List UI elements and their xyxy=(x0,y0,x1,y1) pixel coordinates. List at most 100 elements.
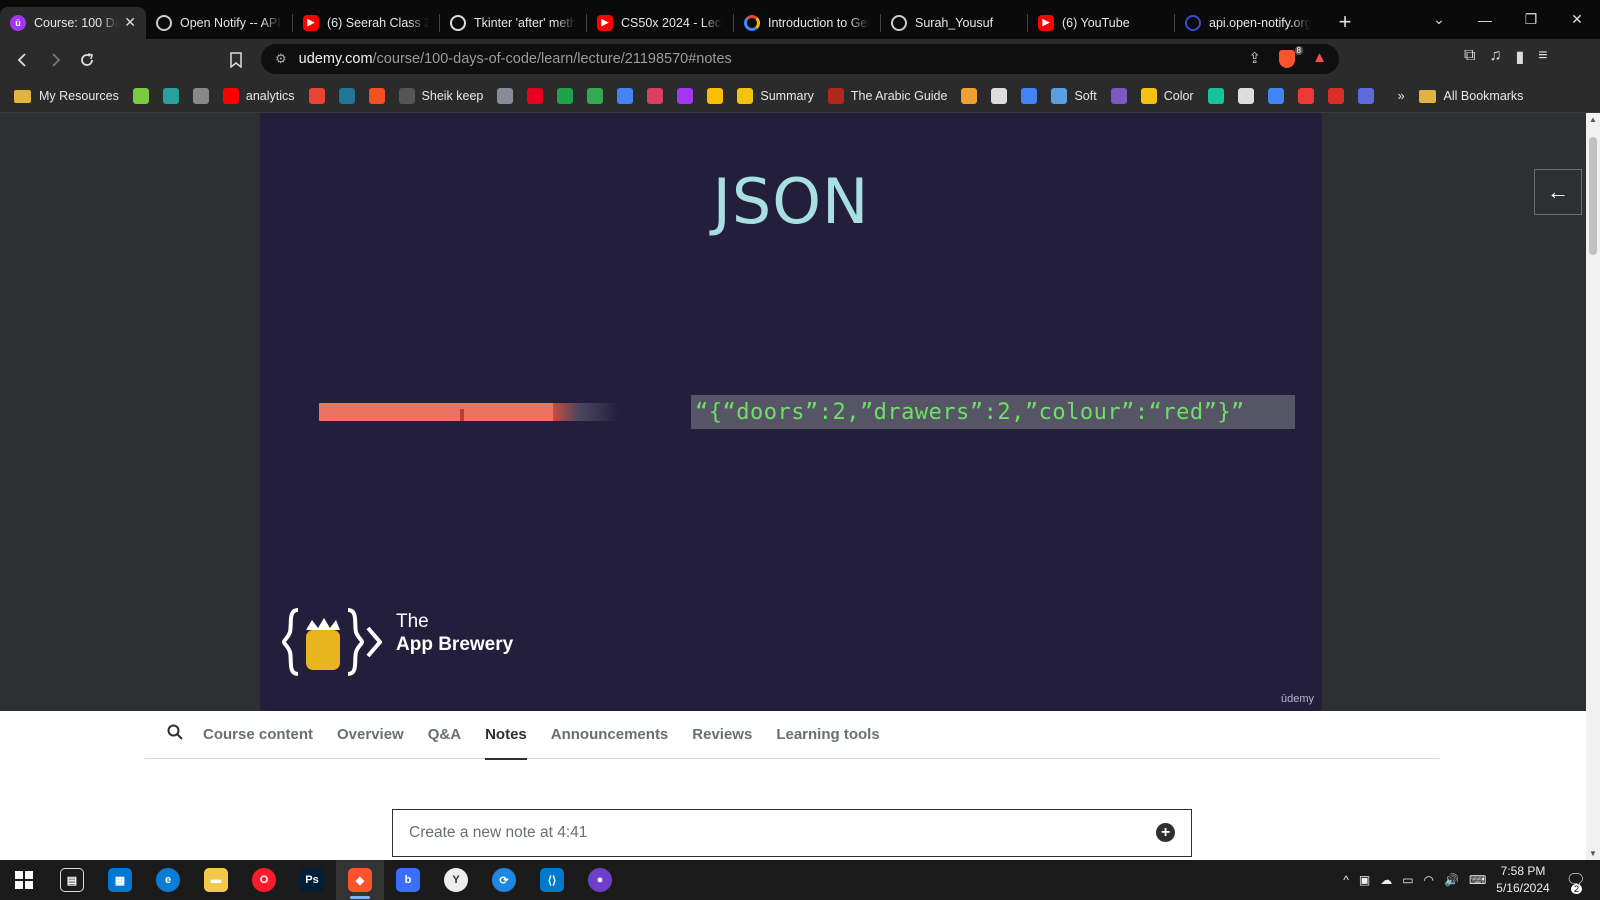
address-bar[interactable]: ⚙ udemy.com/course/100-days-of-code/lear… xyxy=(261,44,1339,74)
bookmark-vivaldi[interactable] xyxy=(1297,88,1314,104)
tab-udemy-course[interactable]: ū Course: 100 Days of Code ✕ xyxy=(0,6,146,39)
site-settings-icon[interactable]: ⚙ xyxy=(275,51,287,67)
bookmark-google[interactable] xyxy=(617,88,634,104)
bookmark-pinterest[interactable] xyxy=(527,88,544,104)
onedrive-icon[interactable]: ☁ xyxy=(1380,873,1392,887)
bookmark-udemy[interactable] xyxy=(677,88,694,104)
clock[interactable]: 7:58 PM 5/16/2024 xyxy=(1496,863,1549,897)
meet-icon[interactable]: ▣ xyxy=(1359,873,1370,887)
bookmark-soft[interactable]: Soft xyxy=(1051,88,1097,104)
menu-icon[interactable]: ≡ xyxy=(1538,47,1547,67)
bookmark-pen[interactable] xyxy=(991,88,1008,104)
tab-youtube[interactable]: ▶ (6) YouTube xyxy=(1028,7,1174,39)
close-tab-icon[interactable]: ✕ xyxy=(124,14,136,31)
taskbar-bing-chat[interactable]: b xyxy=(384,860,432,900)
bookmark-wordpress[interactable] xyxy=(338,88,355,104)
taskbar-yandex[interactable]: Y xyxy=(432,860,480,900)
taskbar-opera[interactable]: O xyxy=(240,860,288,900)
bookmark-summary[interactable]: Summary xyxy=(737,88,814,104)
bookmark-microsoft[interactable] xyxy=(368,88,385,104)
taskbar-file-explorer[interactable]: ▬ xyxy=(192,860,240,900)
tab-surah-yousuf[interactable]: Surah_Yousuf xyxy=(881,7,1027,39)
scroll-thumb[interactable] xyxy=(1589,137,1597,255)
tray-overflow-icon[interactable]: ^ xyxy=(1343,873,1349,887)
volume-icon[interactable]: 🔊 xyxy=(1444,873,1459,887)
bookmark-d[interactable] xyxy=(162,88,179,104)
taskbar-edge[interactable]: e xyxy=(144,860,192,900)
all-bookmarks-folder[interactable]: All Bookmarks xyxy=(1418,89,1523,103)
bookmark-label: Summary xyxy=(760,89,814,103)
taskbar-brave[interactable]: ◆ xyxy=(336,860,384,900)
notification-icon[interactable]: 🗨 2 xyxy=(1566,870,1586,894)
restore-button[interactable]: ❐ xyxy=(1508,11,1554,28)
bookmark-docs[interactable] xyxy=(1021,88,1038,104)
forward-button[interactable] xyxy=(39,44,71,76)
search-icon[interactable] xyxy=(167,724,183,745)
bookmark-w[interactable] xyxy=(1357,88,1374,104)
taskbar-photoshop[interactable]: Ps xyxy=(288,860,336,900)
taskbar-microsoft-store[interactable]: ▦ xyxy=(96,860,144,900)
bookmark-layers[interactable] xyxy=(497,88,514,104)
media-icon[interactable]: ♫ xyxy=(1489,47,1501,67)
bookmark-color[interactable]: Color xyxy=(1140,88,1194,104)
bookmark-the-arabic-guide[interactable]: The Arabic Guide xyxy=(827,88,947,104)
bookmark-my-resources[interactable]: My Resources xyxy=(14,89,119,103)
video-player[interactable]: JSON “{“doors”:2,”drawers”:2,”colour”:“r… xyxy=(0,113,1586,711)
start-button[interactable] xyxy=(0,860,48,900)
bookmark-dots[interactable] xyxy=(1267,88,1284,104)
taskbar-github-desktop[interactable]: ● xyxy=(576,860,624,900)
brave-rewards-icon[interactable]: ▲ xyxy=(1312,49,1327,66)
bookmark-pencil[interactable] xyxy=(961,88,978,104)
tab-announcements[interactable]: Announcements xyxy=(551,711,669,759)
tab-search-icon[interactable]: ⌄ xyxy=(1416,11,1462,28)
tab-notes[interactable]: Notes xyxy=(485,711,527,760)
bookmark-grammarly[interactable] xyxy=(1207,88,1224,104)
share-icon[interactable]: ⇪ xyxy=(1248,49,1261,67)
bookmark-gmail[interactable] xyxy=(308,88,325,104)
close-window-button[interactable]: ✕ xyxy=(1554,11,1600,28)
tab-overview[interactable]: Overview xyxy=(337,711,404,759)
new-tab-button[interactable]: + xyxy=(1331,9,1359,35)
bookmark-px[interactable] xyxy=(557,88,574,104)
bookmark-mail[interactable] xyxy=(1327,88,1344,104)
tab-course-content[interactable]: Course content xyxy=(203,711,313,759)
tab-reviews[interactable]: Reviews xyxy=(692,711,752,759)
keyboard-icon[interactable]: ⌨ xyxy=(1469,873,1486,887)
battery-icon[interactable]: ▭ xyxy=(1402,873,1413,887)
expand-sidebar-button[interactable]: ← xyxy=(1534,169,1582,215)
taskbar-sync-app[interactable]: ⟳ xyxy=(480,860,528,900)
add-note-icon[interactable]: + xyxy=(1156,823,1175,842)
bookmark-sheik-keep[interactable]: Sheik keep xyxy=(398,88,483,104)
minimize-button[interactable]: — xyxy=(1462,12,1508,28)
reload-button[interactable] xyxy=(71,44,103,76)
bookmark-download[interactable] xyxy=(132,88,149,104)
bookmark-analytics[interactable]: analytics xyxy=(222,88,295,104)
bookmark-drive[interactable] xyxy=(587,88,604,104)
tab-seerah-class[interactable]: ▶ (6) Seerah Class 3 | xyxy=(293,7,439,39)
bookmark-apple[interactable] xyxy=(192,88,209,104)
tab-tkinter-after[interactable]: Tkinter 'after' method xyxy=(440,7,586,39)
bookmark-keep[interactable] xyxy=(707,88,724,104)
sidebar-icon[interactable]: ▮ xyxy=(1515,47,1524,67)
tab-learning-tools[interactable]: Learning tools xyxy=(776,711,879,759)
scroll-up-icon[interactable]: ▲ xyxy=(1586,115,1600,124)
tab-q-a[interactable]: Q&A xyxy=(428,711,461,759)
scroll-down-icon[interactable]: ▼ xyxy=(1586,849,1600,858)
page-scrollbar[interactable]: ▲ ▼ xyxy=(1586,113,1600,860)
bookmark-link[interactable] xyxy=(647,88,664,104)
tab-open-notify[interactable]: Open Notify -- API xyxy=(146,7,292,39)
extensions-icon[interactable]: ⧉ xyxy=(1464,47,1475,67)
bookmark-list[interactable] xyxy=(1110,88,1127,104)
bookmark-page-button[interactable] xyxy=(220,44,252,76)
tab-cs50x[interactable]: ▶ CS50x 2024 - Lecture xyxy=(587,7,733,39)
brave-shields-icon[interactable] xyxy=(1279,50,1295,68)
more-bookmarks-button[interactable]: » xyxy=(1398,89,1405,103)
wifi-icon[interactable]: ◠ xyxy=(1424,873,1434,887)
bookmark-hash[interactable] xyxy=(1237,88,1254,104)
taskbar-vscode[interactable]: ⟨⟩ xyxy=(528,860,576,900)
tab-introduction-gen[interactable]: Introduction to Gen xyxy=(734,7,880,39)
new-note-input[interactable]: Create a new note at 4:41 + xyxy=(392,809,1192,857)
taskbar-task-view[interactable]: ▤ xyxy=(48,860,96,900)
tab-api-open-notify[interactable]: api.open-notify.org xyxy=(1175,7,1321,39)
back-button[interactable] xyxy=(7,44,39,76)
